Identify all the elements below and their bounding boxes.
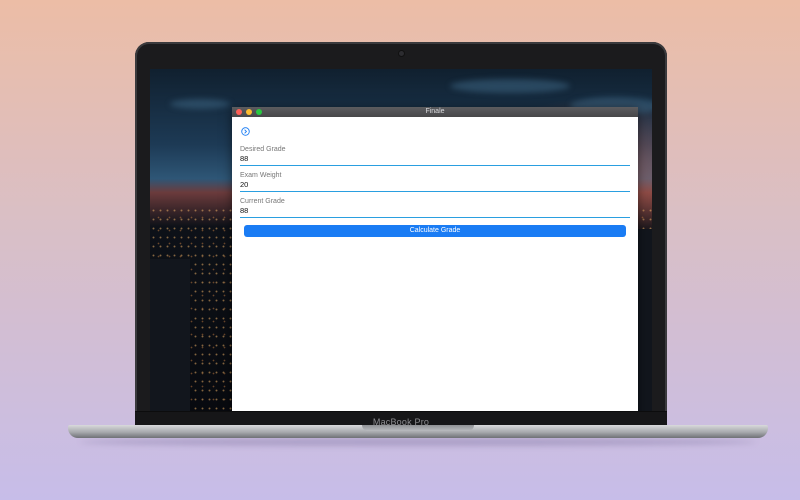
current-grade-field: Current Grade 88	[240, 197, 630, 218]
desired-grade-field: Desired Grade 88	[240, 145, 630, 166]
exam-weight-label: Exam Weight	[240, 172, 282, 179]
exam-weight-field: Exam Weight 20	[240, 171, 630, 192]
current-grade-input[interactable]: 88	[240, 206, 630, 218]
exam-weight-input[interactable]: 20	[240, 180, 630, 192]
desktop-screen: Finale Desired Grade 88 Exam Weight 20 C…	[150, 69, 652, 412]
back-circle-icon[interactable]	[241, 127, 250, 136]
app-window: Finale Desired Grade 88 Exam Weight 20 C…	[232, 107, 638, 412]
calculate-grade-button[interactable]: Calculate Grade	[244, 225, 626, 237]
base-notch	[362, 425, 474, 431]
desired-grade-input[interactable]: 88	[240, 154, 630, 166]
laptop-base	[68, 425, 768, 438]
laptop-shadow	[80, 438, 756, 446]
camera	[399, 51, 404, 56]
current-grade-label: Current Grade	[240, 198, 285, 205]
window-title: Finale	[425, 108, 445, 115]
desired-grade-label: Desired Grade	[240, 146, 286, 153]
window-titlebar[interactable]: Finale	[232, 107, 638, 117]
laptop-lid: Finale Desired Grade 88 Exam Weight 20 C…	[135, 42, 667, 430]
